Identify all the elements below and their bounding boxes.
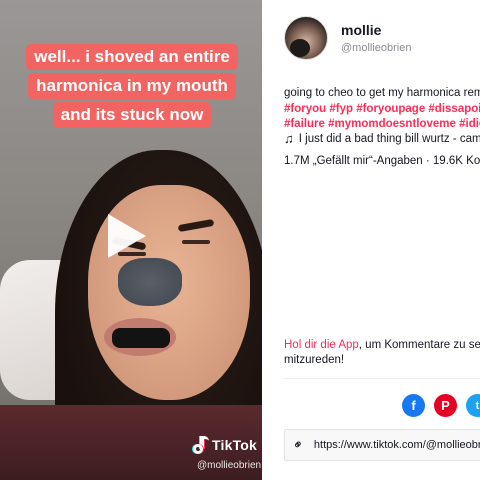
author-name[interactable]: mollie	[341, 22, 381, 38]
tiktok-watermark: TikTok	[192, 436, 257, 454]
harmonica	[112, 328, 170, 348]
share-buttons: f P t	[402, 394, 480, 417]
play-icon[interactable]	[108, 214, 146, 258]
divider	[284, 378, 480, 379]
facebook-share-icon[interactable]: f	[402, 394, 425, 417]
get-app-text: , um Kommentare zu seh	[358, 339, 480, 351]
watermark-handle: @mollieobrien	[197, 460, 262, 471]
get-app-prompt: Hol dir die App, um Kommentare zu seh mi…	[284, 338, 480, 368]
tiktok-embed: well... i shoved an entire harmonica in …	[0, 0, 480, 480]
author-handle[interactable]: @mollieobrien	[341, 42, 411, 54]
caption-line: and its stuck now	[52, 102, 212, 128]
video-player[interactable]: well... i shoved an entire harmonica in …	[0, 0, 262, 480]
twitter-share-icon[interactable]: t	[466, 394, 480, 417]
music-note-icon: ♫	[284, 131, 294, 146]
copy-link-box[interactable]: ⚭ https://www.tiktok.com/@mollieobrien	[284, 429, 480, 461]
hashtags-line[interactable]: #foryou #fyp #foryoupage #dissapoin	[284, 102, 480, 118]
pinterest-share-icon[interactable]: P	[434, 394, 457, 417]
avatar[interactable]	[284, 16, 328, 60]
music-link[interactable]: ♫ I just did a bad thing bill wurtz - ca…	[284, 131, 480, 146]
tiktok-logo-icon	[192, 436, 209, 454]
right-eye	[182, 240, 210, 244]
engagement-stats: 1.7M „Gefällt mir“-Angaben · 19.6K Kom	[284, 155, 480, 167]
caption-line: well... i shoved an entire	[26, 44, 238, 70]
video-description: going to cheo to get my harmonica rem #f…	[284, 86, 480, 133]
get-app-link[interactable]: Hol dir die App	[284, 339, 359, 351]
video-url[interactable]: https://www.tiktok.com/@mollieobrien	[314, 439, 480, 451]
link-icon: ⚭	[288, 435, 308, 454]
video-caption: well... i shoved an entire harmonica in …	[14, 44, 250, 128]
info-panel: mollie @mollieobrien going to cheo to ge…	[262, 0, 480, 480]
music-title: I just did a bad thing bill wurtz - came…	[298, 132, 480, 145]
get-app-text-line2: mitzureden!	[284, 354, 345, 366]
tiktok-brand-text: TikTok	[212, 437, 258, 453]
nose-strip	[118, 258, 182, 306]
description-text: going to cheo to get my harmonica rem	[284, 87, 480, 99]
caption-line: harmonica in my mouth	[28, 73, 236, 99]
